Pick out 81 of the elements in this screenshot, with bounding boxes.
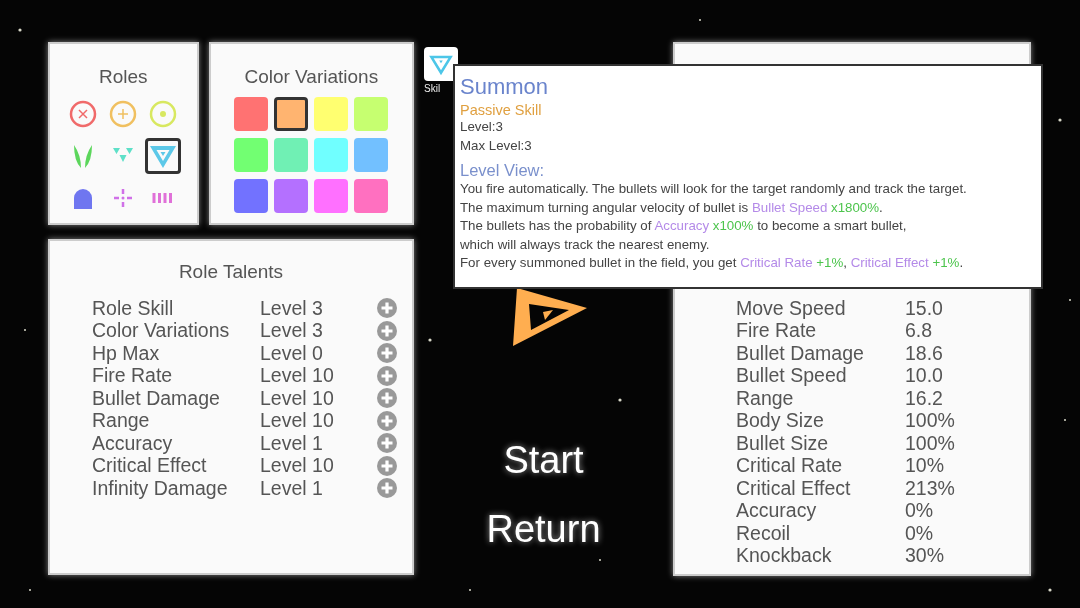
stat-value: 213% (905, 476, 955, 500)
talent-name: Accuracy (92, 431, 174, 455)
stat-name: Bullet Speed (736, 364, 848, 388)
section-heading: Level View: (460, 161, 546, 180)
stat-value: 0% (905, 499, 934, 523)
skill-level: Level:3 (460, 118, 504, 136)
skill-type: Passive Skill (460, 102, 543, 118)
stat-value: 100% (905, 431, 955, 455)
talent-level: Level 10 (260, 386, 335, 410)
color-swatch[interactable] (354, 179, 389, 213)
color-swatch[interactable] (354, 97, 389, 131)
color-swatch[interactable] (234, 97, 269, 131)
talent-name: Range (92, 409, 151, 433)
plus-icon[interactable] (377, 478, 397, 499)
talent-level: Level 0 (260, 341, 324, 365)
stat-name: Accuracy (736, 499, 818, 523)
plus-icon[interactable] (377, 343, 397, 364)
stat-name: Move Speed (736, 296, 847, 320)
menu-button[interactable]: Start (503, 436, 584, 486)
skill-max-level: Max Level:3 (460, 136, 533, 155)
talent-level: Level 10 (260, 409, 335, 433)
color-swatch[interactable] (274, 179, 309, 213)
stat-value: 10% (905, 454, 945, 478)
stat-name: Bullet Damage (736, 341, 865, 365)
description-line: The maximum turning angular velocity of bullet is Bullet Speed x1800%. (460, 198, 884, 217)
plus-icon[interactable] (377, 455, 397, 476)
talent-name: Critical Effect (92, 454, 208, 478)
stat-value: 18.6 (905, 341, 943, 365)
color-swatch[interactable] (274, 97, 309, 131)
talent-level: Level 10 (260, 364, 335, 388)
stat-value: 15.0 (905, 296, 943, 320)
color-swatch[interactable] (314, 179, 349, 213)
stat-name: Recoil (736, 521, 792, 545)
talent-level: Level 10 (260, 454, 335, 478)
stat-value: 0% (905, 521, 934, 545)
stat-name: Critical Rate (736, 454, 844, 478)
talent-name: Infinity Damage (92, 476, 229, 500)
plus-icon[interactable] (377, 298, 397, 319)
stat-name: Critical Effect (736, 476, 852, 500)
talent-name: Color Variations (92, 319, 231, 343)
stat-value: 10.0 (905, 364, 943, 388)
description-line: The bullets has the probability of Accuracy x100% to become a smart bullet, (460, 217, 908, 235)
stat-name: Knockback (736, 544, 833, 568)
description-line: For every summoned bullet in the field, you get Critical Rate +1%, Critical Effect +1%. (460, 254, 965, 272)
talent-level: Level 1 (260, 476, 324, 500)
talent-name: Fire Rate (92, 364, 174, 388)
plus-icon[interactable] (377, 320, 397, 341)
skill-button[interactable] (424, 47, 458, 81)
plus-icon[interactable] (377, 388, 397, 409)
panel-title: Role Talents (177, 261, 285, 283)
talent-level: Level 3 (260, 296, 324, 320)
color-swatch[interactable] (314, 97, 349, 131)
color-swatch[interactable] (314, 138, 349, 172)
tooltip-title: Summon (460, 74, 550, 100)
stat-value: 16.2 (905, 386, 943, 410)
plus-icon[interactable] (377, 433, 397, 454)
triangle-target-role-icon[interactable] (145, 138, 182, 174)
panel-title: Roles (98, 66, 149, 88)
talent-level: Level 1 (260, 431, 324, 455)
stat-name: Range (736, 386, 795, 410)
skill-label: Skil (424, 83, 441, 94)
panel-title: Color Variations (243, 66, 380, 88)
color-swatch[interactable] (234, 179, 269, 213)
plus-icon[interactable] (377, 365, 397, 386)
stat-value: 30% (905, 544, 945, 568)
color-swatch[interactable] (274, 138, 309, 172)
talent-name: Role Skill (92, 296, 175, 320)
talent-level: Level 3 (260, 319, 324, 343)
talent-name: Bullet Damage (92, 386, 221, 410)
menu-button[interactable]: Return (486, 505, 601, 555)
description-line: which will always track the nearest enemy. (460, 235, 711, 254)
stat-value: 6.8 (905, 319, 933, 343)
talent-name: Hp Max (92, 341, 161, 365)
stat-name: Fire Rate (736, 319, 818, 343)
stat-name: Body Size (736, 409, 825, 433)
stat-name: Bullet Size (736, 431, 830, 455)
stat-value: 100% (905, 409, 955, 433)
plus-icon[interactable] (377, 410, 397, 431)
description-line: You fire automatically. The bullets will look for the target randomly and track the target. (460, 180, 968, 198)
color-swatch[interactable] (234, 138, 269, 172)
color-swatch[interactable] (354, 138, 389, 172)
